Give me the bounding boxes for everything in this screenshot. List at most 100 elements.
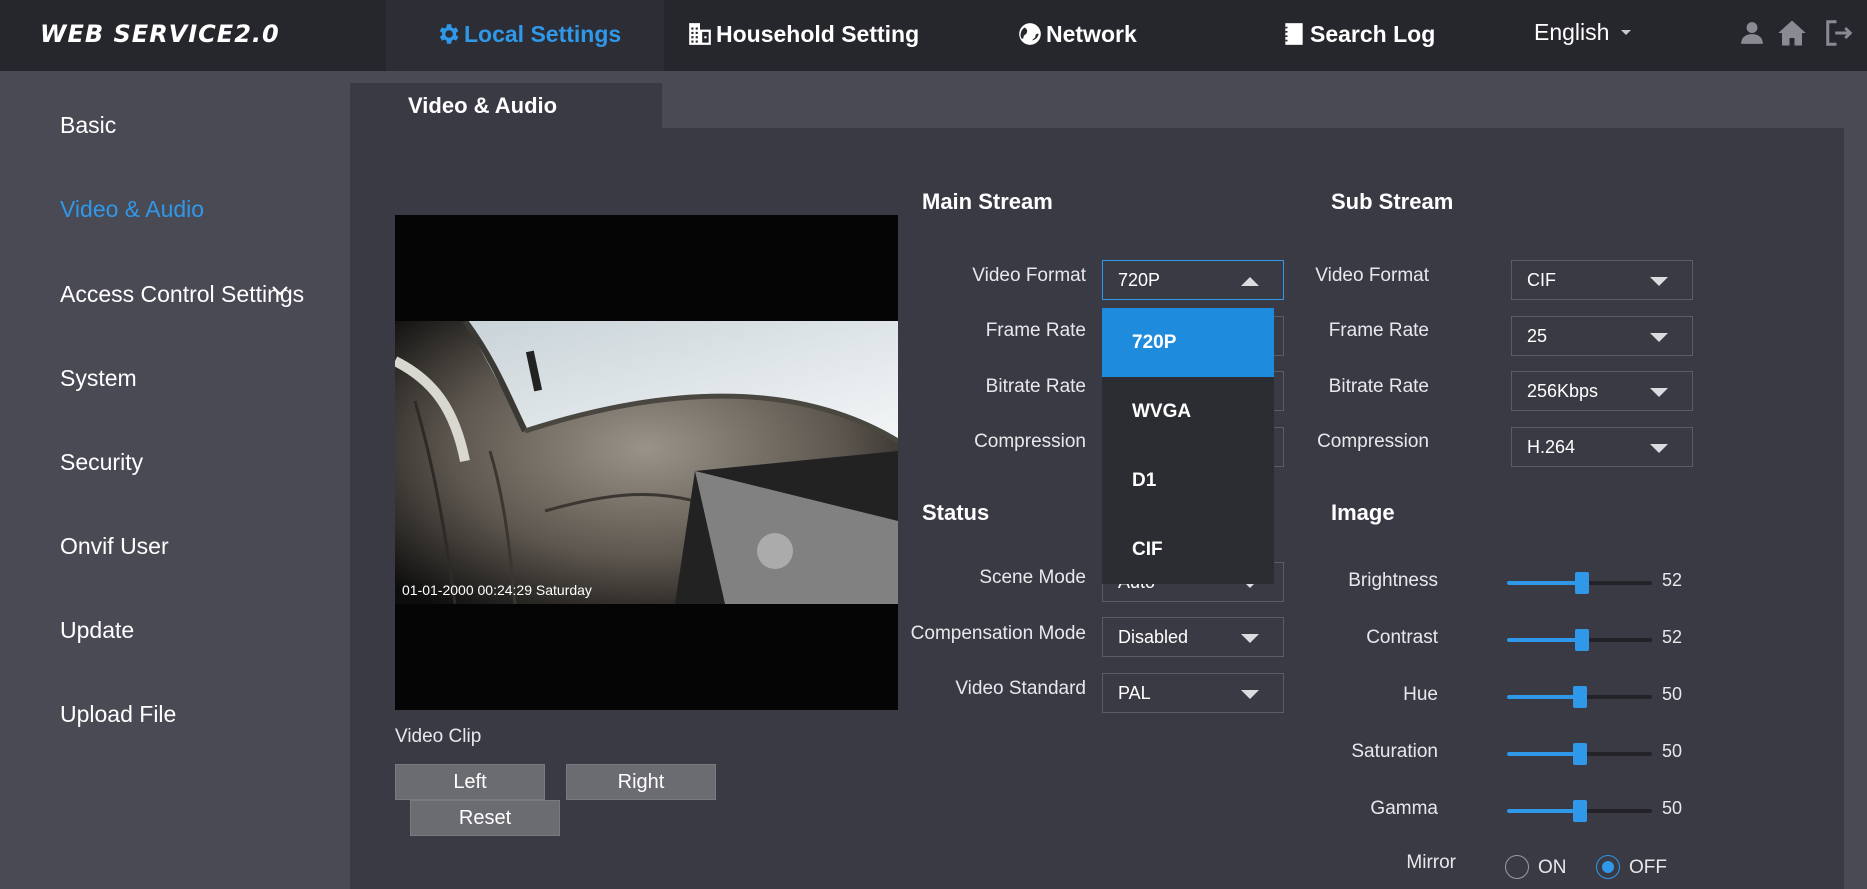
- brightness-slider-handle[interactable]: [1575, 572, 1590, 594]
- nav-local-settings[interactable]: Local Settings: [434, 19, 621, 49]
- sidebar-item-basic[interactable]: Basic: [60, 112, 116, 139]
- chevron-down-icon: [1621, 30, 1632, 35]
- option-d1[interactable]: D1: [1102, 446, 1274, 515]
- status-heading: Status: [922, 500, 990, 525]
- logout-icon[interactable]: [1822, 16, 1856, 50]
- sub-compression-select[interactable]: H.264: [1511, 427, 1693, 467]
- brightness-label: Brightness: [1348, 570, 1438, 591]
- gamma-slider-fill: [1507, 809, 1580, 813]
- sidebar-item-video-audio[interactable]: Video & Audio: [60, 196, 204, 223]
- nav-network-label: Network: [1046, 20, 1137, 47]
- brightness-slider-fill: [1507, 581, 1583, 585]
- chevron-up-icon: [1241, 277, 1259, 286]
- home-icon[interactable]: [1775, 16, 1809, 50]
- gamma-label: Gamma: [1370, 798, 1438, 819]
- mirror-off-radio[interactable]: [1596, 855, 1620, 879]
- contrast-value: 52: [1662, 627, 1683, 647]
- contrast-label: Contrast: [1366, 627, 1438, 648]
- nav-local-settings-label: Local Settings: [464, 20, 622, 47]
- sub-bitrate-select[interactable]: 256Kbps: [1511, 371, 1693, 411]
- sub-compression-value: H.264: [1527, 437, 1576, 457]
- tab-video-audio[interactable]: Video & Audio: [350, 83, 662, 128]
- main-compression-label: Compression: [974, 431, 1086, 452]
- mirror-on-label: ON: [1538, 857, 1567, 878]
- sub-compression-label: Compression: [1317, 431, 1429, 452]
- chevron-down-icon: [1650, 277, 1668, 286]
- reset-button[interactable]: Reset: [410, 800, 560, 836]
- nav-household-setting[interactable]: Household Setting: [686, 19, 919, 49]
- mirror-on-radio[interactable]: [1505, 855, 1529, 879]
- nav-search-log[interactable]: Search Log: [1280, 19, 1435, 49]
- sidebar-item-system[interactable]: System: [60, 365, 137, 392]
- language-label: English: [1534, 19, 1610, 45]
- sub-bitrate-value: 256Kbps: [1527, 381, 1599, 401]
- chevron-down-icon: [1650, 333, 1668, 342]
- language-select[interactable]: English: [1534, 19, 1632, 46]
- video-clip-label: Video Clip: [395, 726, 482, 747]
- option-720p[interactable]: 720P: [1102, 308, 1274, 377]
- sidebar-item-access-control[interactable]: Access Control Settings: [60, 281, 304, 308]
- gamma-slider-handle[interactable]: [1572, 800, 1587, 822]
- saturation-slider[interactable]: [1507, 743, 1652, 765]
- sidebar-item-onvif-user[interactable]: Onvif User: [60, 533, 169, 560]
- main-video-format-value: 720P: [1118, 270, 1161, 290]
- app-logo: WEB SERVICE2.0: [40, 20, 280, 48]
- compensation-mode-select[interactable]: Disabled: [1102, 617, 1284, 657]
- nav-network[interactable]: Network: [1016, 19, 1137, 49]
- nav-search-log-label: Search Log: [1310, 20, 1436, 47]
- hue-slider-handle[interactable]: [1572, 686, 1587, 708]
- brightness-value: 52: [1662, 570, 1683, 590]
- hue-label: Hue: [1403, 684, 1438, 705]
- main-video-format-label: Video Format: [972, 265, 1086, 286]
- nav-household-label: Household Setting: [716, 20, 920, 47]
- brightness-slider[interactable]: [1507, 572, 1652, 594]
- contrast-slider-handle[interactable]: [1575, 629, 1590, 651]
- video-standard-select[interactable]: PAL: [1102, 673, 1284, 713]
- chevron-down-icon: [1650, 388, 1668, 397]
- sidebar-item-security[interactable]: Security: [60, 449, 143, 476]
- globe-icon: [1016, 20, 1044, 48]
- chevron-down-icon: [1650, 444, 1668, 453]
- saturation-label: Saturation: [1351, 741, 1438, 762]
- left-button[interactable]: Left: [395, 764, 545, 800]
- sidebar-item-upload-file[interactable]: Upload File: [60, 701, 176, 728]
- saturation-slider-fill: [1507, 752, 1580, 756]
- right-button[interactable]: Right: [566, 764, 716, 800]
- video-standard-value: PAL: [1118, 683, 1151, 703]
- sub-video-format-label: Video Format: [1315, 265, 1429, 286]
- gamma-slider[interactable]: [1507, 800, 1652, 822]
- camera-feed-image: [395, 321, 898, 604]
- scene-mode-label: Scene Mode: [979, 567, 1086, 588]
- main-video-format-select[interactable]: 720P: [1102, 260, 1284, 300]
- hue-value: 50: [1662, 684, 1683, 704]
- option-cif[interactable]: CIF: [1102, 515, 1274, 584]
- sub-frame-rate-select[interactable]: 25: [1511, 316, 1693, 356]
- video-standard-label: Video Standard: [955, 678, 1086, 699]
- main-frame-rate-label: Frame Rate: [985, 320, 1086, 341]
- main-stream-heading: Main Stream: [922, 189, 1053, 214]
- option-wvga[interactable]: WVGA: [1102, 377, 1274, 446]
- contrast-slider[interactable]: [1507, 629, 1652, 651]
- sub-video-format-value: CIF: [1527, 270, 1556, 290]
- sub-video-format-select[interactable]: CIF: [1511, 260, 1693, 300]
- hue-slider-fill: [1507, 695, 1580, 699]
- gear-icon: [434, 20, 462, 48]
- tab-video-audio-label: Video & Audio: [408, 93, 558, 118]
- chevron-down-icon[interactable]: [272, 283, 288, 301]
- hue-slider[interactable]: [1507, 686, 1652, 708]
- video-timestamp: 01-01-2000 00:24:29 Saturday: [402, 582, 592, 598]
- contrast-slider-fill: [1507, 638, 1583, 642]
- user-icon[interactable]: [1735, 16, 1769, 50]
- main-bitrate-label: Bitrate Rate: [985, 376, 1086, 397]
- saturation-value: 50: [1662, 741, 1683, 761]
- image-heading: Image: [1331, 500, 1395, 525]
- sub-bitrate-label: Bitrate Rate: [1328, 376, 1429, 397]
- mirror-label: Mirror: [1406, 852, 1456, 873]
- saturation-slider-handle[interactable]: [1572, 743, 1587, 765]
- building-icon: [686, 20, 714, 48]
- chevron-down-icon: [1241, 690, 1259, 699]
- compensation-mode-value: Disabled: [1118, 627, 1189, 647]
- sidebar-item-update[interactable]: Update: [60, 617, 134, 644]
- compensation-mode-label: Compensation Mode: [910, 623, 1086, 644]
- chevron-down-icon: [1241, 634, 1259, 643]
